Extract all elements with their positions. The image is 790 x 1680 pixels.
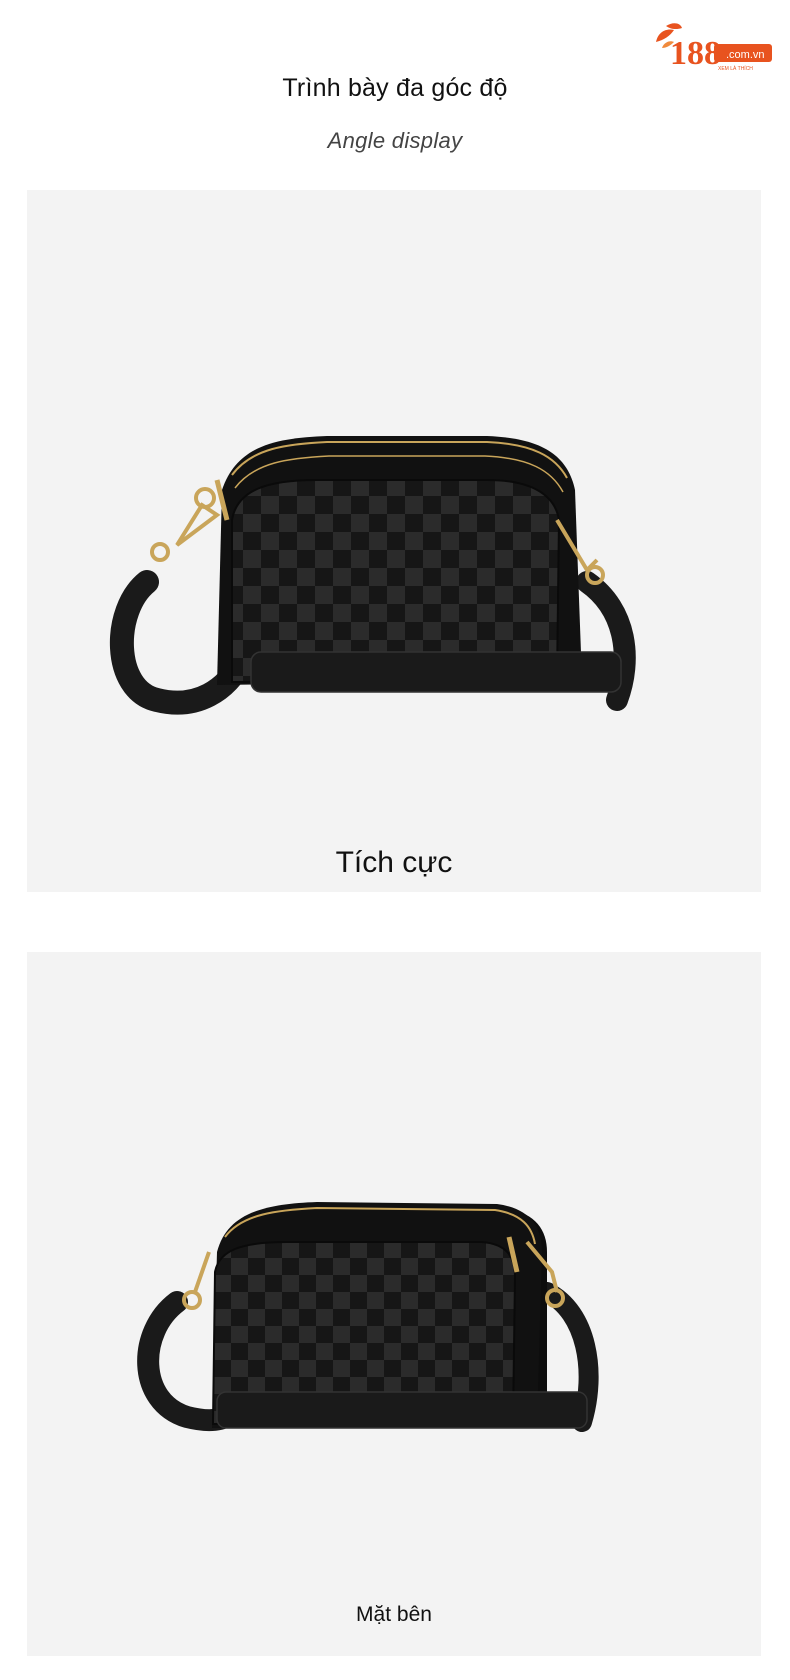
section-title-vietnamese: Trình bày đa góc độ bbox=[282, 74, 508, 102]
logo-tagline: XEM LÀ THÍCH bbox=[718, 65, 753, 72]
bag-front-image bbox=[110, 436, 636, 715]
view-label-side: Mặt bên bbox=[356, 1603, 432, 1626]
view-label-front: Tích cực bbox=[335, 846, 453, 879]
logo-text: 188 bbox=[670, 35, 721, 72]
product-view-side: Mặt bên bbox=[27, 952, 761, 1656]
bag-side-image bbox=[137, 1202, 599, 1432]
logo-graphic: 188 .com.vn XEM LÀ THÍCH bbox=[656, 23, 772, 72]
section-title-english: Angle display bbox=[327, 128, 463, 153]
logo-domain: .com.vn bbox=[726, 49, 765, 61]
brand-logo[interactable]: 188 .com.vn XEM LÀ THÍCH bbox=[652, 20, 774, 72]
product-view-front: Tích cực bbox=[27, 190, 761, 892]
